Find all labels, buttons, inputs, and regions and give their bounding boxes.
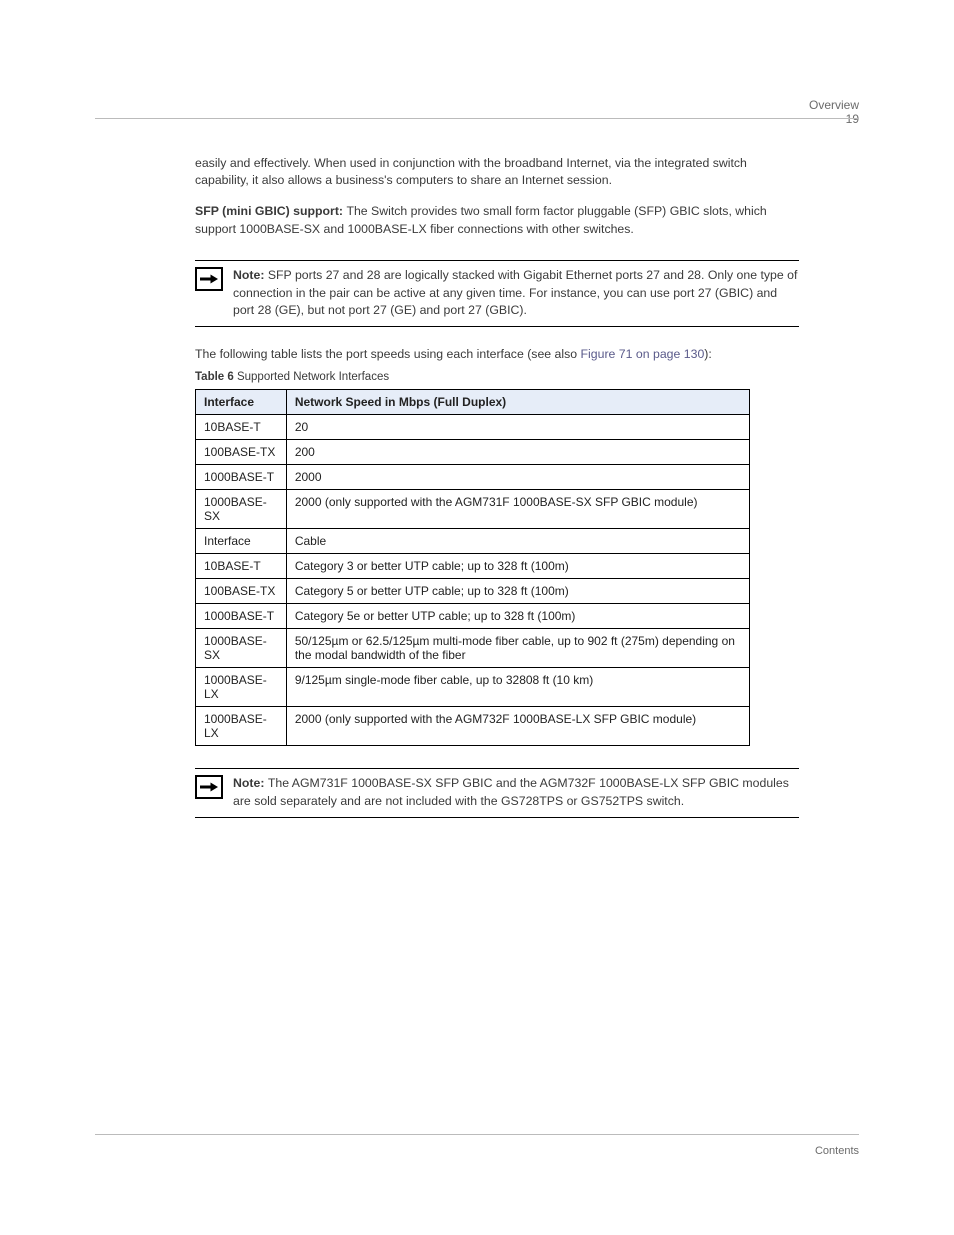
paragraph-sfp-lead: SFP (mini GBIC) support: bbox=[195, 204, 346, 218]
table-intro-pre: The following table lists the port speed… bbox=[195, 347, 581, 361]
note2-rule-bottom bbox=[195, 817, 799, 818]
table-cell: 100BASE-TX bbox=[196, 579, 287, 604]
arrow-right-icon bbox=[195, 775, 223, 799]
table-cell: 2000 (only supported with the AGM732F 10… bbox=[286, 707, 749, 746]
table-row: 10BASE-T20 bbox=[196, 415, 750, 440]
header-title: Overview bbox=[809, 98, 859, 112]
table-cell: 2000 bbox=[286, 465, 749, 490]
table-cell: Interface bbox=[196, 529, 287, 554]
table-row: 1000BASE-SX2000 (only supported with the… bbox=[196, 490, 750, 529]
note-block-2: Note: The AGM731F 1000BASE-SX SFP GBIC a… bbox=[195, 775, 799, 811]
note2-rule-top bbox=[195, 768, 799, 769]
table-intro-xref[interactable]: Figure 71 on page 130 bbox=[581, 347, 705, 361]
table-cell: Category 3 or better UTP cable; up to 32… bbox=[286, 554, 749, 579]
table-cell: 2000 (only supported with the AGM731F 10… bbox=[286, 490, 749, 529]
table-intro-post: ): bbox=[704, 347, 712, 361]
footer-text: Contents bbox=[815, 1145, 859, 1157]
header-rule bbox=[95, 118, 859, 119]
interfaces-table: Interface Network Speed in Mbps (Full Du… bbox=[195, 389, 750, 746]
table-cell: 1000BASE-LX bbox=[196, 668, 287, 707]
table-row: 1000BASE-SX50/125µm or 62.5/125µm multi-… bbox=[196, 629, 750, 668]
table-cell: 200 bbox=[286, 440, 749, 465]
content-area: easily and effectively. When used in con… bbox=[195, 155, 799, 838]
table-cell: 10BASE-T bbox=[196, 415, 287, 440]
note-label-2: Note: bbox=[233, 776, 268, 790]
table-cell: Cable bbox=[286, 529, 749, 554]
table-caption-text: Supported Network Interfaces bbox=[237, 371, 389, 383]
table-row: InterfaceCable bbox=[196, 529, 750, 554]
table-cell: 50/125µm or 62.5/125µm multi-mode fiber … bbox=[286, 629, 749, 668]
page-header: Overview 19 bbox=[809, 98, 859, 126]
note-label-1: Note: bbox=[233, 268, 268, 282]
arrow-right-icon bbox=[195, 267, 223, 291]
table-row: 100BASE-TXCategory 5 or better UTP cable… bbox=[196, 579, 750, 604]
table-row: 1000BASE-LX9/125µm single-mode fiber cab… bbox=[196, 668, 750, 707]
table-header-interface: Interface bbox=[196, 390, 287, 415]
table-cell: Category 5 or better UTP cable; up to 32… bbox=[286, 579, 749, 604]
table-row: 100BASE-TX200 bbox=[196, 440, 750, 465]
table-row: 1000BASE-T2000 bbox=[196, 465, 750, 490]
note-text-2: Note: The AGM731F 1000BASE-SX SFP GBIC a… bbox=[233, 775, 799, 811]
table-cell: 1000BASE-T bbox=[196, 604, 287, 629]
footer-rule bbox=[95, 1134, 859, 1135]
table-header-speed: Network Speed in Mbps (Full Duplex) bbox=[286, 390, 749, 415]
table-cell: 1000BASE-SX bbox=[196, 629, 287, 668]
table-cell: 20 bbox=[286, 415, 749, 440]
table-row: 10BASE-TCategory 3 or better UTP cable; … bbox=[196, 554, 750, 579]
table-caption: Table 6 Supported Network Interfaces bbox=[195, 371, 799, 383]
note-rule-bottom bbox=[195, 326, 799, 327]
table-cell: 10BASE-T bbox=[196, 554, 287, 579]
table-row: 1000BASE-TCategory 5e or better UTP cabl… bbox=[196, 604, 750, 629]
table-cell: 9/125µm single-mode fiber cable, up to 3… bbox=[286, 668, 749, 707]
table-cell: 100BASE-TX bbox=[196, 440, 287, 465]
table-row: 1000BASE-LX2000 (only supported with the… bbox=[196, 707, 750, 746]
paragraph-continuation: easily and effectively. When used in con… bbox=[195, 155, 799, 189]
table-intro: The following table lists the port speed… bbox=[195, 347, 799, 361]
table-caption-label: Table 6 bbox=[195, 371, 237, 383]
note-body-1: SFP ports 27 and 28 are logically stacke… bbox=[233, 268, 797, 318]
table-cell: 1000BASE-SX bbox=[196, 490, 287, 529]
paragraph-sfp: SFP (mini GBIC) support: The Switch prov… bbox=[195, 203, 799, 237]
note-body-2: The AGM731F 1000BASE-SX SFP GBIC and the… bbox=[233, 776, 789, 808]
table-header-row: Interface Network Speed in Mbps (Full Du… bbox=[196, 390, 750, 415]
note-text-1: Note: SFP ports 27 and 28 are logically … bbox=[233, 267, 799, 320]
note-rule-top bbox=[195, 260, 799, 261]
table-cell: 1000BASE-LX bbox=[196, 707, 287, 746]
table-cell: Category 5e or better UTP cable; up to 3… bbox=[286, 604, 749, 629]
table-cell: 1000BASE-T bbox=[196, 465, 287, 490]
note-block-1: Note: SFP ports 27 and 28 are logically … bbox=[195, 267, 799, 320]
header-page-number: 19 bbox=[809, 112, 859, 126]
